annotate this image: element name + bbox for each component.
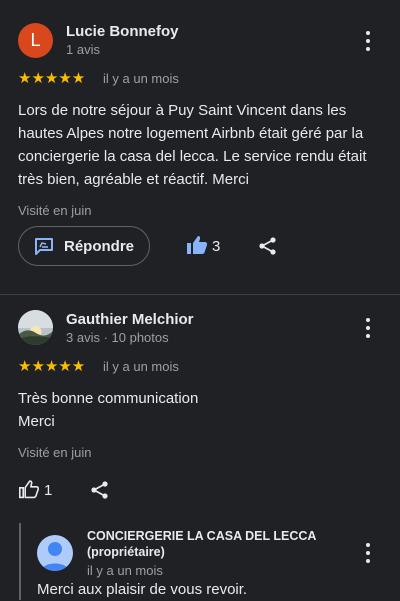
rating-stars: ★★★★★ xyxy=(18,70,86,87)
more-options-icon[interactable] xyxy=(364,318,372,338)
avatar-letter: L xyxy=(30,30,41,50)
reviewer-name[interactable]: Gauthier Melchior xyxy=(66,311,194,328)
reply-label: Répondre xyxy=(64,237,135,255)
review-text: Lors de notre séjour à Puy Saint Vincent… xyxy=(18,99,367,191)
like-count: 1 xyxy=(44,482,53,499)
review-text-line: hautes Alpes notre logement Airbnb était… xyxy=(18,125,364,142)
share-icon[interactable] xyxy=(90,480,110,505)
reply-button[interactable]: Répondre xyxy=(18,226,150,266)
visited-date: Visité en juin xyxy=(18,445,92,460)
review-text-line: Lors de notre séjour à Puy Saint Vincent… xyxy=(18,102,347,119)
owner-role-line: (propriétaire) xyxy=(87,545,165,559)
review-text-line: Très bonne communication xyxy=(18,390,199,407)
review-text-line: Merci xyxy=(18,413,55,430)
owner-name-line: CONCIERGERIE LA CASA DEL LECCA xyxy=(87,529,317,543)
reviewer-name[interactable]: Lucie Bonnefoy xyxy=(66,23,179,40)
owner-reply-text: Merci aux plaisir de vous revoir. xyxy=(37,581,248,598)
review-date: il y a un mois xyxy=(103,359,179,374)
avatar[interactable] xyxy=(18,310,53,345)
reply-icon xyxy=(34,237,54,255)
rating-stars: ★★★★★ xyxy=(18,358,86,375)
avatar[interactable]: L xyxy=(18,23,53,58)
share-icon[interactable] xyxy=(258,236,278,261)
reply-quote-bar xyxy=(19,523,21,600)
like-count: 3 xyxy=(212,238,221,255)
review-date: il y a un mois xyxy=(103,71,179,86)
owner-avatar[interactable] xyxy=(37,535,73,571)
like-icon[interactable] xyxy=(186,235,208,260)
reply-date: il y a un mois xyxy=(87,563,163,578)
review-text-line: conciergerie la casa del lecca. Le servi… xyxy=(18,148,367,165)
like-outline-icon[interactable] xyxy=(18,479,40,504)
visited-date: Visité en juin xyxy=(18,203,92,218)
review-text: Très bonne communication Merci xyxy=(18,387,198,433)
reviewer-meta: 3 avis · 10 photos xyxy=(66,330,169,345)
more-options-icon[interactable] xyxy=(364,31,372,51)
divider xyxy=(0,294,400,295)
reviewer-meta: 1 avis xyxy=(66,42,100,57)
more-options-icon[interactable] xyxy=(364,543,372,563)
owner-name[interactable]: CONCIERGERIE LA CASA DEL LECCA (propriét… xyxy=(87,528,316,560)
review-text-line: très bien, agréable et réactif. Merci xyxy=(18,171,249,188)
